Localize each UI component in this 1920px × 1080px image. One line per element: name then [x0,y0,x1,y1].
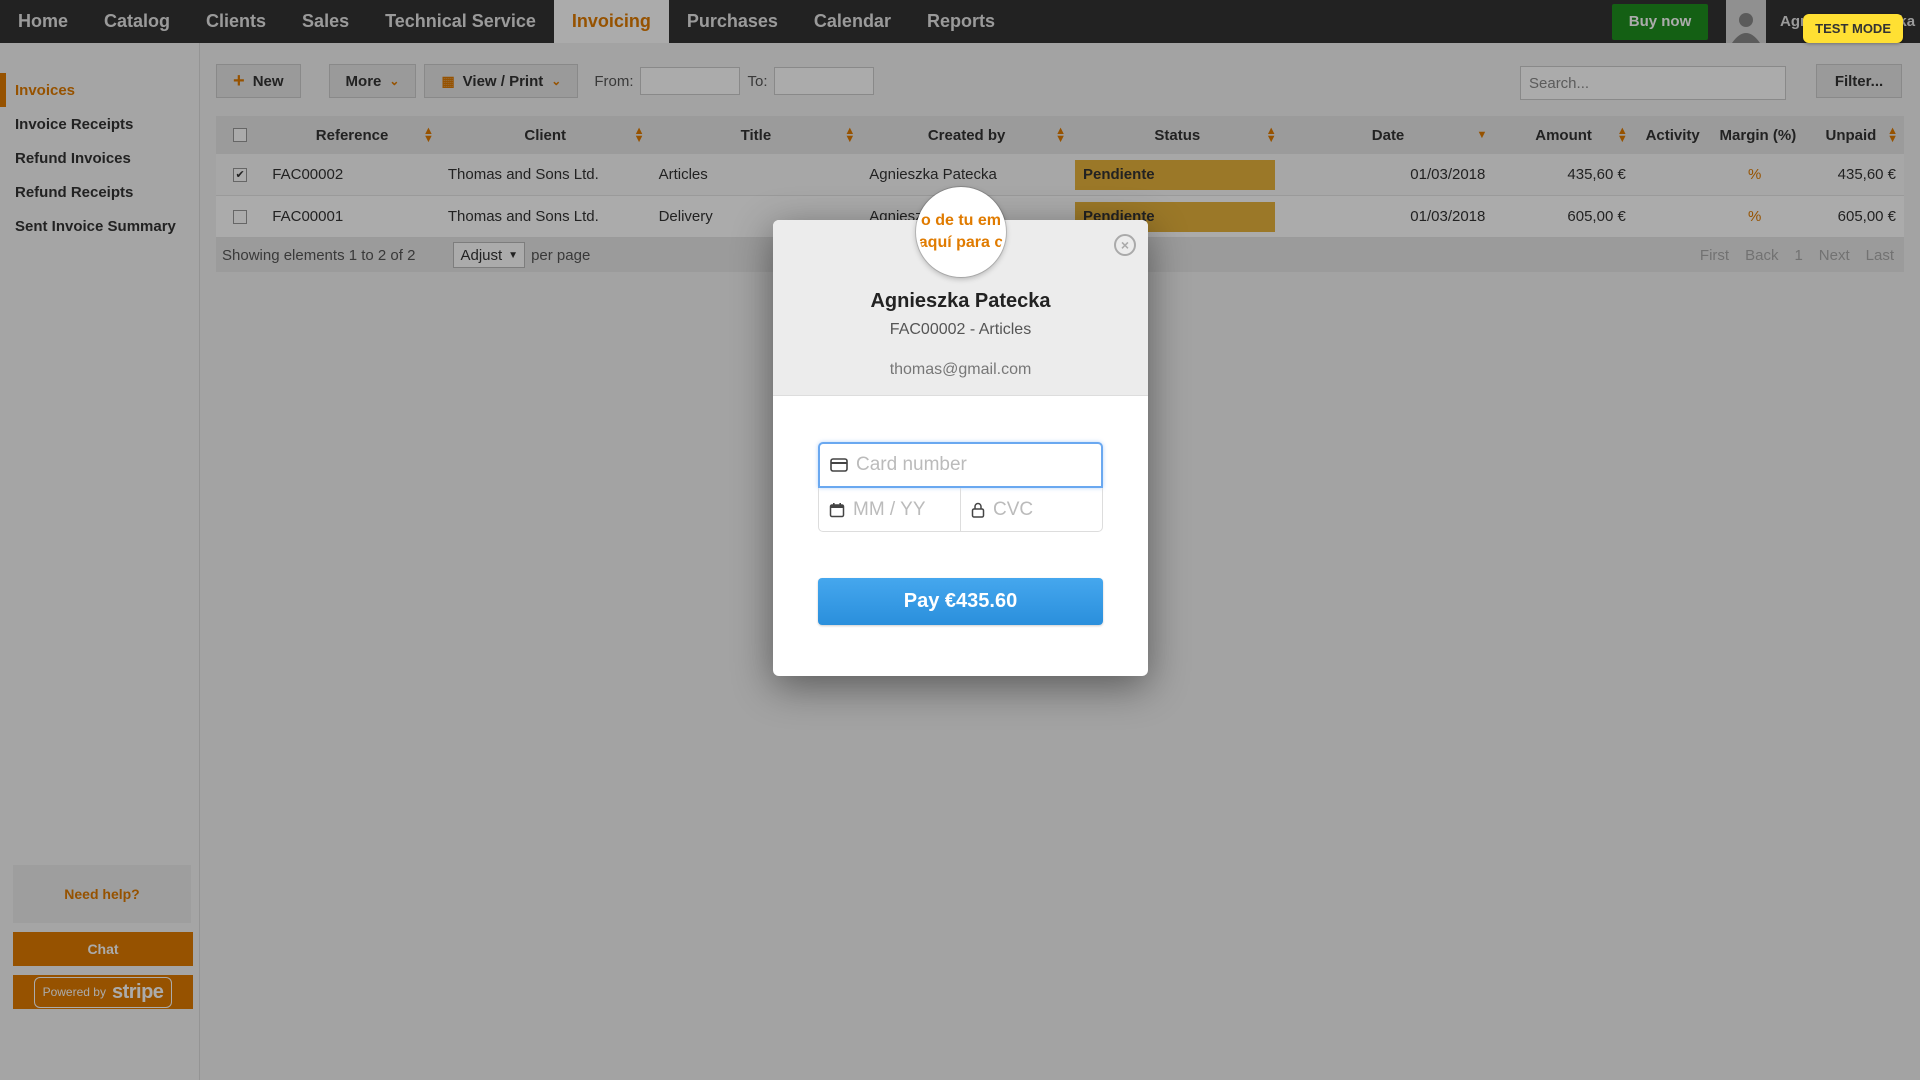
cvc-input[interactable]: CVC [960,488,1102,531]
payment-description: FAC00002 - Articles [889,321,1032,338]
merchant-name: Agnieszka Patecka [870,290,1051,312]
close-icon[interactable]: × [1114,234,1136,256]
pay-button[interactable]: Pay €435.60 [818,578,1103,625]
expiry-input[interactable]: MM / YY [819,488,960,531]
expiry-placeholder: MM / YY [853,498,926,520]
card-number-placeholder: Card number [856,454,967,475]
credit-card-icon [830,458,848,472]
company-logo: o de tu em aquí para c [916,187,1006,277]
test-mode-badge: TEST MODE [1803,14,1903,43]
card-form: Card number MM / YY CVC [818,442,1103,532]
customer-email: thomas@gmail.com [889,361,1032,378]
payment-modal: o de tu em aquí para c × Agnieszka Patec… [773,187,1148,676]
calendar-icon [829,502,845,517]
modal-header: o de tu em aquí para c × Agnieszka Patec… [773,187,1148,396]
card-number-input[interactable]: Card number [818,442,1103,488]
cvc-placeholder: CVC [993,498,1034,520]
lock-icon [971,502,985,518]
